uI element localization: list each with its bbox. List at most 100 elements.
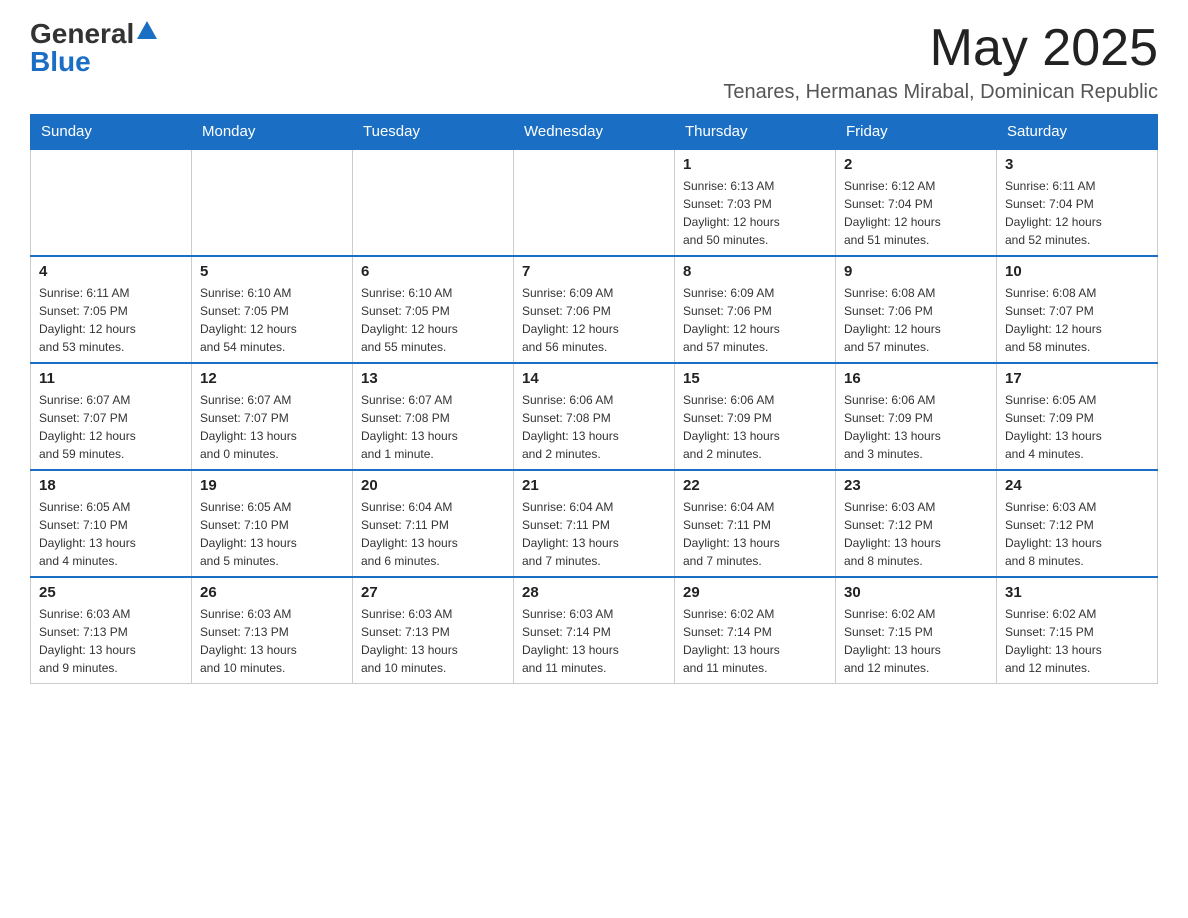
- day-info: Sunrise: 6:11 AMSunset: 7:05 PMDaylight:…: [39, 284, 183, 356]
- weekday-header-tuesday: Tuesday: [353, 115, 514, 150]
- calendar-cell: 23Sunrise: 6:03 AMSunset: 7:12 PMDayligh…: [836, 470, 997, 577]
- location-subtitle: Tenares, Hermanas Mirabal, Dominican Rep…: [723, 81, 1158, 104]
- day-number: 26: [200, 584, 344, 601]
- day-number: 22: [683, 477, 827, 494]
- day-number: 7: [522, 263, 666, 280]
- calendar-cell: [353, 149, 514, 256]
- calendar-cell: 29 Sunrise: 6:02 AMSunset: 7:14 PMDayligh…: [675, 577, 836, 684]
- calendar-cell: [192, 149, 353, 256]
- week-row-1: 1 Sunrise: 6:13 AMSunset: 7:03 PMDaylight…: [31, 149, 1158, 256]
- calendar-cell: [514, 149, 675, 256]
- calendar-cell: 17 Sunrise: 6:05 AMSunset: 7:09 PMDayligh…: [997, 363, 1158, 470]
- day-number: 13: [361, 370, 505, 387]
- calendar-cell: 20Sunrise: 6:04 AMSunset: 7:11 PMDayligh…: [353, 470, 514, 577]
- day-info: Sunrise: 6:04 AMSunset: 7:11 PMDaylight:…: [522, 498, 666, 570]
- day-info: Sunrise: 6:02 AMSunset: 7:14 PMDaylight:…: [683, 605, 827, 677]
- calendar-cell: 18Sunrise: 6:05 AMSunset: 7:10 PMDayligh…: [31, 470, 192, 577]
- day-number: 16: [844, 370, 988, 387]
- logo-text-general: General: [30, 20, 134, 48]
- day-number: 1: [683, 156, 827, 173]
- weekday-header-wednesday: Wednesday: [514, 115, 675, 150]
- day-info: Sunrise: 6:03 AMSunset: 7:12 PMDaylight:…: [844, 498, 988, 570]
- day-info: Sunrise: 6:09 AMSunset: 7:06 PMDaylight:…: [522, 284, 666, 356]
- calendar-table: SundayMondayTuesdayWednesdayThursdayFrid…: [30, 114, 1158, 684]
- day-info: Sunrise: 6:10 AMSunset: 7:05 PMDaylight:…: [361, 284, 505, 356]
- title-block: May 2025 Tenares, Hermanas Mirabal, Domi…: [723, 20, 1158, 104]
- day-info: Sunrise: 6:04 AMSunset: 7:11 PMDaylight:…: [683, 498, 827, 570]
- logo-triangle-icon: [137, 21, 157, 39]
- day-number: 15: [683, 370, 827, 387]
- calendar-cell: 8 Sunrise: 6:09 AMSunset: 7:06 PMDaylight…: [675, 256, 836, 363]
- day-info: Sunrise: 6:13 AMSunset: 7:03 PMDaylight:…: [683, 177, 827, 249]
- day-number: 4: [39, 263, 183, 280]
- day-number: 25: [39, 584, 183, 601]
- day-number: 21: [522, 477, 666, 494]
- day-info: Sunrise: 6:05 AMSunset: 7:10 PMDaylight:…: [200, 498, 344, 570]
- logo: General Blue: [30, 20, 157, 76]
- day-info: Sunrise: 6:07 AMSunset: 7:07 PMDaylight:…: [39, 391, 183, 463]
- calendar-cell: 9Sunrise: 6:08 AMSunset: 7:06 PMDaylight…: [836, 256, 997, 363]
- day-number: 17: [1005, 370, 1149, 387]
- week-row-5: 25 Sunrise: 6:03 AMSunset: 7:13 PMDayligh…: [31, 577, 1158, 684]
- calendar-cell: 14 Sunrise: 6:06 AMSunset: 7:08 PMDayligh…: [514, 363, 675, 470]
- calendar-cell: 13 Sunrise: 6:07 AMSunset: 7:08 PMDayligh…: [353, 363, 514, 470]
- weekday-header-saturday: Saturday: [997, 115, 1158, 150]
- calendar-cell: 19 Sunrise: 6:05 AMSunset: 7:10 PMDayligh…: [192, 470, 353, 577]
- week-row-2: 4 Sunrise: 6:11 AMSunset: 7:05 PMDaylight…: [31, 256, 1158, 363]
- weekday-header-monday: Monday: [192, 115, 353, 150]
- calendar-cell: 6 Sunrise: 6:10 AMSunset: 7:05 PMDaylight…: [353, 256, 514, 363]
- day-info: Sunrise: 6:08 AMSunset: 7:06 PMDaylight:…: [844, 284, 988, 356]
- calendar-cell: 21 Sunrise: 6:04 AMSunset: 7:11 PMDayligh…: [514, 470, 675, 577]
- day-number: 11: [39, 370, 183, 387]
- weekday-header-friday: Friday: [836, 115, 997, 150]
- calendar-cell: 31 Sunrise: 6:02 AMSunset: 7:15 PMDayligh…: [997, 577, 1158, 684]
- day-number: 18: [39, 477, 183, 494]
- day-info: Sunrise: 6:09 AMSunset: 7:06 PMDaylight:…: [683, 284, 827, 356]
- week-row-4: 18 Sunrise: 6:05 AMSunset: 7:10 PMDayligh…: [31, 470, 1158, 577]
- day-info: Sunrise: 6:11 AMSunset: 7:04 PMDaylight:…: [1005, 177, 1149, 249]
- calendar-cell: 2 Sunrise: 6:12 AMSunset: 7:04 PMDaylight…: [836, 149, 997, 256]
- calendar-cell: 12Sunrise: 6:07 AMSunset: 7:07 PMDayligh…: [192, 363, 353, 470]
- calendar-cell: 5Sunrise: 6:10 AMSunset: 7:05 PMDaylight…: [192, 256, 353, 363]
- day-number: 30: [844, 584, 988, 601]
- day-info: Sunrise: 6:02 AMSunset: 7:15 PMDaylight:…: [844, 605, 988, 677]
- day-info: Sunrise: 6:10 AMSunset: 7:05 PMDaylight:…: [200, 284, 344, 356]
- day-info: Sunrise: 6:03 AMSunset: 7:13 PMDaylight:…: [39, 605, 183, 677]
- day-info: Sunrise: 6:07 AMSunset: 7:07 PMDaylight:…: [200, 391, 344, 463]
- calendar-cell: 25 Sunrise: 6:03 AMSunset: 7:13 PMDayligh…: [31, 577, 192, 684]
- day-number: 31: [1005, 584, 1149, 601]
- day-info: Sunrise: 6:02 AMSunset: 7:15 PMDaylight:…: [1005, 605, 1149, 677]
- calendar-cell: 27Sunrise: 6:03 AMSunset: 7:13 PMDayligh…: [353, 577, 514, 684]
- calendar-cell: 24Sunrise: 6:03 AMSunset: 7:12 PMDayligh…: [997, 470, 1158, 577]
- day-info: Sunrise: 6:03 AMSunset: 7:14 PMDaylight:…: [522, 605, 666, 677]
- day-number: 2: [844, 156, 988, 173]
- day-info: Sunrise: 6:07 AMSunset: 7:08 PMDaylight:…: [361, 391, 505, 463]
- day-info: Sunrise: 6:06 AMSunset: 7:08 PMDaylight:…: [522, 391, 666, 463]
- day-number: 14: [522, 370, 666, 387]
- week-row-3: 11 Sunrise: 6:07 AMSunset: 7:07 PMDayligh…: [31, 363, 1158, 470]
- day-number: 27: [361, 584, 505, 601]
- day-info: Sunrise: 6:12 AMSunset: 7:04 PMDaylight:…: [844, 177, 988, 249]
- day-info: Sunrise: 6:03 AMSunset: 7:12 PMDaylight:…: [1005, 498, 1149, 570]
- calendar-cell: 10Sunrise: 6:08 AMSunset: 7:07 PMDayligh…: [997, 256, 1158, 363]
- weekday-header-sunday: Sunday: [31, 115, 192, 150]
- day-number: 19: [200, 477, 344, 494]
- day-info: Sunrise: 6:03 AMSunset: 7:13 PMDaylight:…: [200, 605, 344, 677]
- calendar-cell: 16Sunrise: 6:06 AMSunset: 7:09 PMDayligh…: [836, 363, 997, 470]
- day-number: 6: [361, 263, 505, 280]
- day-number: 29: [683, 584, 827, 601]
- calendar-cell: 4 Sunrise: 6:11 AMSunset: 7:05 PMDaylight…: [31, 256, 192, 363]
- day-info: Sunrise: 6:05 AMSunset: 7:09 PMDaylight:…: [1005, 391, 1149, 463]
- day-number: 28: [522, 584, 666, 601]
- day-info: Sunrise: 6:08 AMSunset: 7:07 PMDaylight:…: [1005, 284, 1149, 356]
- logo-text-blue: Blue: [30, 46, 91, 77]
- day-number: 8: [683, 263, 827, 280]
- page-header: General Blue May 2025 Tenares, Hermanas …: [30, 20, 1158, 104]
- calendar-cell: 22 Sunrise: 6:04 AMSunset: 7:11 PMDayligh…: [675, 470, 836, 577]
- weekday-header-thursday: Thursday: [675, 115, 836, 150]
- calendar-cell: 26 Sunrise: 6:03 AMSunset: 7:13 PMDayligh…: [192, 577, 353, 684]
- calendar-cell: 15Sunrise: 6:06 AMSunset: 7:09 PMDayligh…: [675, 363, 836, 470]
- weekday-header-row: SundayMondayTuesdayWednesdayThursdayFrid…: [31, 115, 1158, 150]
- calendar-cell: 11 Sunrise: 6:07 AMSunset: 7:07 PMDayligh…: [31, 363, 192, 470]
- day-info: Sunrise: 6:04 AMSunset: 7:11 PMDaylight:…: [361, 498, 505, 570]
